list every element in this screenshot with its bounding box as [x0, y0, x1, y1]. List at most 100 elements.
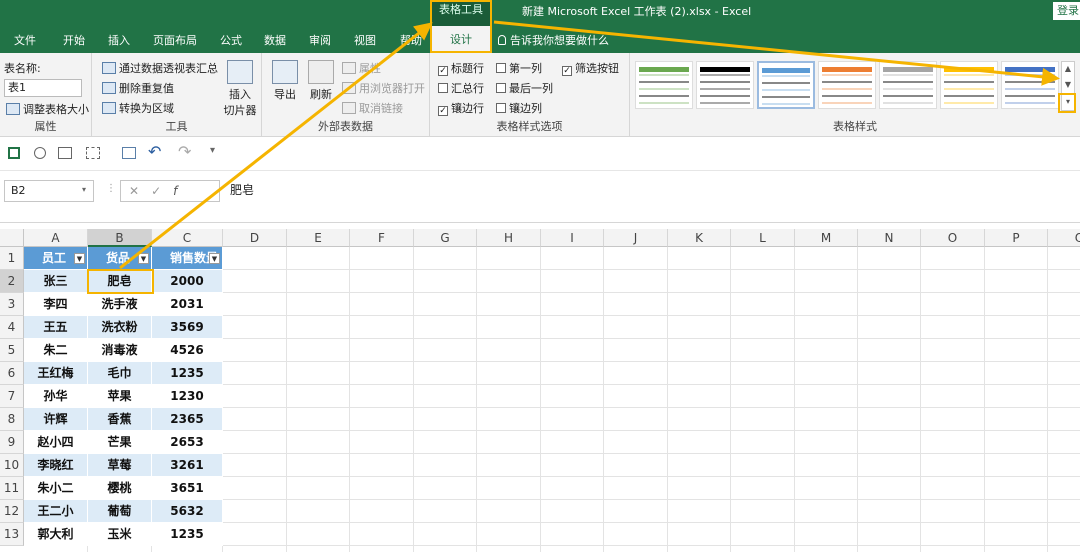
table-cell[interactable]: 香蕉 — [88, 408, 152, 431]
column-header[interactable]: G — [414, 229, 477, 247]
tab-file[interactable]: 文件 — [14, 32, 36, 48]
table-properties-button[interactable]: 属性 — [342, 60, 381, 76]
insert-slicer-button[interactable]: 插入 切片器 — [220, 60, 260, 118]
tab-view[interactable]: 视图 — [354, 32, 376, 48]
table-cell[interactable]: 草莓 — [88, 454, 152, 477]
table-cell[interactable]: 孙华 — [24, 385, 88, 408]
select-all-corner[interactable] — [0, 229, 24, 247]
open-in-browser-button[interactable]: 用浏览器打开 — [342, 80, 425, 96]
table-cell[interactable]: 许辉 — [24, 408, 88, 431]
fx-icon[interactable]: f — [173, 184, 189, 198]
table-cell[interactable]: 2031 — [152, 293, 223, 316]
refresh-button[interactable]: 刷新 — [306, 60, 336, 102]
row-header[interactable]: 13 — [0, 523, 24, 546]
enter-icon[interactable]: ✓ — [151, 184, 173, 198]
table-cell[interactable]: 玉米 — [88, 523, 152, 546]
tab-review[interactable]: 审阅 — [309, 32, 331, 48]
column-header[interactable]: C — [152, 229, 223, 247]
table-cell[interactable]: 4526 — [152, 339, 223, 362]
table-cell[interactable]: 1235 — [152, 523, 223, 546]
column-header[interactable]: J — [604, 229, 668, 247]
table-cell[interactable]: 芒果 — [88, 431, 152, 454]
row-header[interactable]: 12 — [0, 500, 24, 523]
table-cell[interactable]: 李晓红 — [24, 454, 88, 477]
table-cell[interactable]: 葡萄 — [88, 500, 152, 523]
tell-me-search[interactable]: 告诉我你想要做什么 — [498, 32, 609, 48]
convert-to-range-button[interactable]: 转换为区域 — [102, 100, 174, 116]
filter-dropdown-icon[interactable]: ▼ — [209, 253, 220, 264]
table-cell[interactable]: 王红梅 — [24, 362, 88, 385]
row-header[interactable]: 9 — [0, 431, 24, 454]
table-style-swatch[interactable] — [757, 61, 815, 109]
row-header[interactable]: 10 — [0, 454, 24, 477]
table-icon[interactable] — [122, 147, 136, 159]
name-box[interactable]: B2 — [4, 180, 94, 202]
column-header[interactable]: Q — [1048, 229, 1080, 247]
table-cell[interactable]: 毛巾 — [88, 362, 152, 385]
column-header[interactable]: F — [350, 229, 414, 247]
table-style-swatch[interactable] — [879, 61, 937, 109]
format-icon[interactable] — [58, 147, 72, 159]
table-cell[interactable]: 3651 — [152, 477, 223, 500]
column-header[interactable]: A — [24, 229, 88, 247]
column-header[interactable]: O — [921, 229, 985, 247]
table-style-swatch[interactable] — [696, 61, 754, 109]
column-header[interactable]: D — [223, 229, 287, 247]
row-header[interactable]: 2 — [0, 270, 24, 293]
table-cell[interactable]: 2653 — [152, 431, 223, 454]
column-header[interactable]: B — [88, 229, 152, 247]
table-cell[interactable]: 2000 — [152, 270, 223, 293]
row-header[interactable]: 11 — [0, 477, 24, 500]
filter-dropdown-icon[interactable]: ▼ — [138, 253, 149, 264]
table-cell[interactable]: 朱小二 — [24, 477, 88, 500]
column-header[interactable]: M — [795, 229, 858, 247]
remove-duplicates-button[interactable]: 删除重复值 — [102, 80, 174, 96]
table-header-cell[interactable]: 货品 ▼ — [88, 247, 152, 270]
table-cell[interactable]: 3261 — [152, 454, 223, 477]
option-banded-rows[interactable]: ✓ 镶边行 — [438, 100, 484, 116]
redo-icon[interactable]: ↷ — [178, 142, 191, 161]
table-cell[interactable]: 张三 — [24, 270, 88, 293]
row-header[interactable]: 7 — [0, 385, 24, 408]
column-header[interactable]: N — [858, 229, 921, 247]
save-icon[interactable] — [8, 147, 20, 159]
table-cell[interactable]: 洗手液 — [88, 293, 152, 316]
option-total-row[interactable]: 汇总行 — [438, 80, 484, 96]
table-style-swatch[interactable] — [940, 61, 998, 109]
table-cell[interactable]: 李四 — [24, 293, 88, 316]
undo-icon[interactable]: ↶ — [148, 142, 161, 161]
table-header-cell[interactable]: 员工 ▼ — [24, 247, 88, 270]
column-header[interactable]: H — [477, 229, 541, 247]
tab-insert[interactable]: 插入 — [108, 32, 130, 48]
table-cell[interactable]: 2365 — [152, 408, 223, 431]
table-cell[interactable]: 郭大利 — [24, 523, 88, 546]
export-button[interactable]: 导出 — [270, 60, 300, 102]
row-header[interactable]: 4 — [0, 316, 24, 339]
formula-value[interactable]: 肥皂 — [230, 181, 254, 198]
customize-icon[interactable]: ▾ — [210, 145, 215, 156]
table-cell[interactable]: 赵小四 — [24, 431, 88, 454]
column-header[interactable]: L — [731, 229, 795, 247]
row-header[interactable]: 6 — [0, 362, 24, 385]
row-header[interactable]: 1 — [0, 247, 24, 270]
tab-home[interactable]: 开始 — [63, 32, 85, 48]
table-cell[interactable]: 王五 — [24, 316, 88, 339]
table-cell[interactable]: 苹果 — [88, 385, 152, 408]
table-style-swatch[interactable] — [635, 61, 693, 109]
row-header[interactable]: 3 — [0, 293, 24, 316]
brush-icon[interactable] — [86, 147, 100, 159]
table-cell[interactable]: 1235 — [152, 362, 223, 385]
table-cell[interactable]: 洗衣粉 — [88, 316, 152, 339]
table-cell[interactable]: 3569 — [152, 316, 223, 339]
table-cell[interactable]: 朱二 — [24, 339, 88, 362]
filter-dropdown-icon[interactable]: ▼ — [74, 253, 85, 264]
name-box-dropdown-icon[interactable]: ▾ — [82, 185, 86, 194]
table-cell[interactable]: 1230 — [152, 385, 223, 408]
option-header-row[interactable]: ✓ 标题行 — [438, 60, 484, 76]
row-header[interactable]: 5 — [0, 339, 24, 362]
column-header[interactable]: K — [668, 229, 731, 247]
login-button[interactable]: 登录 — [1053, 2, 1080, 20]
table-cell[interactable]: 樱桃 — [88, 477, 152, 500]
print-preview-icon[interactable] — [34, 147, 46, 159]
tab-page-layout[interactable]: 页面布局 — [153, 32, 197, 48]
